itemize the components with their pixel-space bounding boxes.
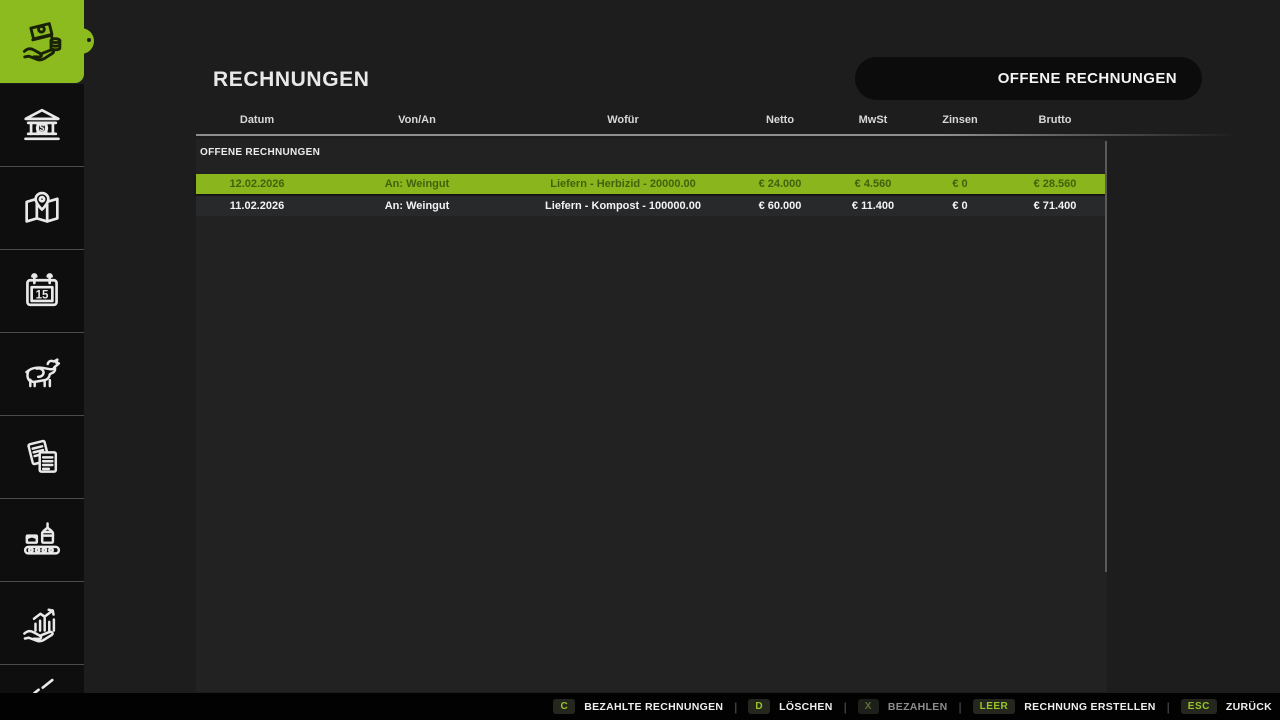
sidebar-item-contracts[interactable]	[0, 415, 84, 498]
cell-zinsen: € 0	[916, 200, 1004, 212]
sidebar-item-calendar[interactable]: 15	[0, 249, 84, 332]
cow-icon	[19, 351, 65, 397]
hotkey-x: X BEZAHLEN	[858, 699, 948, 714]
map-icon	[19, 185, 65, 231]
invoice-row[interactable]: 12.02.2026An: WeingutLiefern - Herbizid …	[196, 174, 1106, 194]
section-label: OFFENE RECHNUNGEN	[200, 147, 320, 158]
bank-icon: $	[19, 102, 65, 148]
column-header-mwst: MwSt	[830, 114, 916, 126]
invoices-screen: $ 15	[0, 0, 1280, 720]
cell-von_an: An: Weingut	[318, 200, 516, 212]
cell-brutto: € 28.560	[1004, 178, 1106, 190]
open-invoices-filter-button[interactable]: OFFENE RECHNUNGEN	[855, 57, 1202, 100]
cell-wofuer: Liefern - Kompost - 100000.00	[516, 200, 730, 212]
cell-wofuer: Liefern - Herbizid - 20000.00	[516, 178, 730, 190]
statistics-icon	[19, 600, 65, 646]
contracts-icon	[19, 434, 65, 480]
money-hand-icon	[19, 19, 65, 65]
hotkey-d[interactable]: D LÖSCHEN	[748, 699, 832, 714]
table-header-row: DatumVon/AnWofürNettoMwStZinsenBrutto	[196, 114, 1106, 126]
filter-button-label: OFFENE RECHNUNGEN	[998, 70, 1177, 87]
page-title: RECHNUNGEN	[213, 68, 370, 92]
column-header-brutto: Brutto	[1004, 114, 1106, 126]
production-icon	[19, 517, 65, 563]
hotkey-bar: C BEZAHLTE RECHNUNGEN | D LÖSCHEN | X BEZAHLEN |…	[0, 693, 1280, 720]
cell-netto: € 60.000	[730, 200, 830, 212]
column-header-wofuer: Wofür	[516, 114, 730, 126]
selected-tab-dot	[87, 38, 91, 42]
invoice-rows: 12.02.2026An: WeingutLiefern - Herbizid …	[196, 174, 1106, 218]
cell-datum: 12.02.2026	[196, 178, 318, 190]
cell-mwst: € 11.400	[830, 200, 916, 212]
list-scrollbar[interactable]	[1105, 141, 1107, 572]
column-header-von_an: Von/An	[318, 114, 516, 126]
calendar-day: 15	[36, 289, 49, 301]
dollar-glyph: $	[40, 123, 45, 133]
key-badge: D	[748, 699, 770, 714]
cell-datum: 11.02.2026	[196, 200, 318, 212]
hotkey-separator: |	[958, 700, 961, 714]
hotkey-esc[interactable]: ESC ZURÜCK	[1181, 699, 1272, 714]
hotkey-label: RECHNUNG ERSTELLEN	[1024, 701, 1155, 713]
sidebar-item-bank[interactable]: $	[0, 84, 84, 166]
key-badge: ESC	[1181, 699, 1217, 714]
sidebar-item-statistics[interactable]	[0, 581, 84, 664]
key-badge: X	[858, 699, 879, 714]
sidebar-item-production[interactable]	[0, 498, 84, 581]
invoice-row[interactable]: 11.02.2026An: WeingutLiefern - Kompost -…	[196, 196, 1106, 216]
column-header-datum: Datum	[196, 114, 318, 126]
cell-mwst: € 4.560	[830, 178, 916, 190]
hotkey-leer[interactable]: LEER RECHNUNG ERSTELLEN	[973, 699, 1156, 714]
hotkey-separator: |	[844, 700, 847, 714]
cell-zinsen: € 0	[916, 178, 1004, 190]
calendar-icon: 15	[19, 268, 65, 314]
hotkey-label: BEZAHLEN	[888, 701, 948, 713]
hotkey-label: ZURÜCK	[1226, 701, 1272, 713]
hotkey-label: LÖSCHEN	[779, 701, 832, 713]
column-header-netto: Netto	[730, 114, 830, 126]
column-header-zinsen: Zinsen	[916, 114, 1004, 126]
cell-brutto: € 71.400	[1004, 200, 1106, 212]
sidebar-item-animals[interactable]	[0, 332, 84, 415]
key-badge: LEER	[973, 699, 1016, 714]
sidebar-item-map[interactable]	[0, 166, 84, 249]
hotkey-separator: |	[1167, 700, 1170, 714]
invoice-list-panel	[196, 139, 1107, 692]
table-header-divider	[196, 134, 1236, 136]
sidebar-item-finances[interactable]	[0, 0, 84, 83]
key-badge: C	[553, 699, 575, 714]
sidebar-item-partial[interactable]	[0, 664, 84, 693]
hotkey-separator: |	[734, 700, 737, 714]
cell-netto: € 24.000	[730, 178, 830, 190]
hotkey-label: BEZAHLTE RECHNUNGEN	[584, 701, 723, 713]
hotkey-c[interactable]: C BEZAHLTE RECHNUNGEN	[553, 699, 723, 714]
partial-icon	[19, 677, 65, 693]
cell-von_an: An: Weingut	[318, 178, 516, 190]
